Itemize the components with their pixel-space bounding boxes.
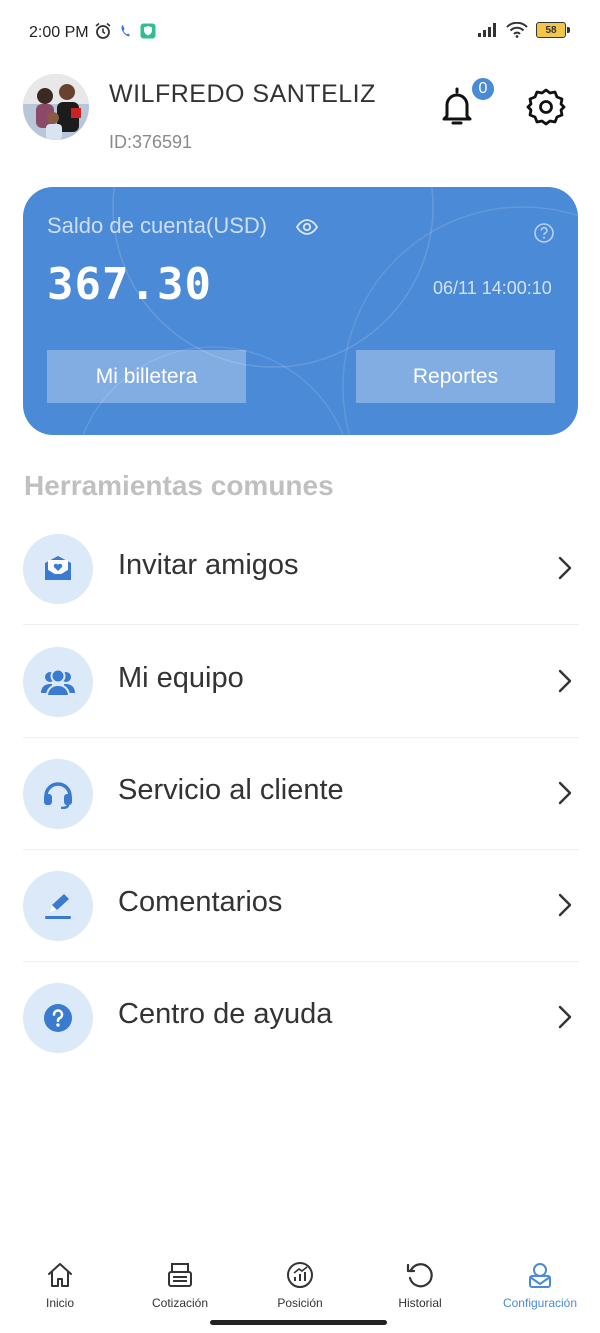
invite-mail-icon	[45, 556, 71, 580]
headset-icon	[44, 782, 72, 809]
status-icons-right: 58	[478, 22, 570, 38]
nav-label: Configuración	[502, 1296, 578, 1310]
chevron-right-icon	[558, 1005, 572, 1029]
reports-button[interactable]: Reportes	[356, 350, 555, 403]
balance-timestamp: 06/11 14:00:10	[433, 278, 552, 298]
settings-user-icon	[529, 1263, 551, 1288]
tool-label: Comentarios	[118, 886, 283, 918]
tool-icon-circle	[23, 647, 93, 717]
notification-badge: 0	[470, 76, 496, 102]
nav-label: Posición	[277, 1296, 323, 1310]
tool-row-help-center[interactable]: Centro de ayuda	[23, 961, 579, 1073]
chevron-right-icon	[558, 893, 572, 917]
tool-icon-circle	[23, 759, 93, 829]
battery-icon: 58	[536, 22, 570, 38]
tool-icon-circle	[23, 983, 93, 1053]
nav-item-historial[interactable]: Historial	[360, 1260, 480, 1310]
shield-app-icon	[140, 23, 156, 39]
balance-amount: 367.30	[47, 259, 212, 310]
tool-label: Mi equipo	[118, 662, 244, 694]
balance-label: Saldo de cuenta(USD)	[47, 213, 268, 238]
nav-item-configuracion[interactable]: Configuración	[480, 1260, 600, 1310]
wifi-icon	[506, 22, 528, 38]
tool-icon-circle	[23, 871, 93, 941]
balance-card: Saldo de cuenta(USD) 367.30 06/11 14:00:…	[23, 187, 578, 435]
home-indicator[interactable]	[210, 1320, 387, 1325]
chevron-right-icon	[558, 669, 572, 693]
tool-row-team[interactable]: Mi equipo	[23, 625, 579, 738]
status-time: 2:00 PM	[29, 24, 89, 41]
help-circle-icon	[44, 1004, 72, 1032]
question-icon[interactable]	[533, 222, 555, 244]
home-icon	[48, 1263, 72, 1287]
edit-pen-icon	[45, 894, 71, 919]
nav-item-inicio[interactable]: Inicio	[0, 1260, 120, 1310]
avatar[interactable]	[23, 74, 89, 140]
alarm-icon	[95, 22, 111, 39]
gear-icon[interactable]	[526, 87, 566, 127]
nav-label: Inicio	[45, 1296, 74, 1310]
chevron-right-icon	[558, 781, 572, 805]
nav-item-cotizacion[interactable]: Cotización	[120, 1260, 240, 1310]
status-icons-left	[94, 22, 156, 40]
quotes-icon	[168, 1263, 192, 1287]
tool-label: Servicio al cliente	[118, 774, 344, 806]
tool-row-invite[interactable]: Invitar amigos	[23, 512, 579, 625]
tool-row-customer-service[interactable]: Servicio al cliente	[23, 737, 579, 850]
chevron-right-icon	[558, 556, 572, 580]
signal-icon	[478, 23, 496, 37]
position-chart-icon	[287, 1262, 313, 1288]
user-name: WILFREDO SANTELIZ	[109, 80, 376, 108]
nav-label: Historial	[398, 1296, 442, 1310]
status-bar: 2:00 PM 58	[0, 0, 600, 66]
tool-label: Centro de ayuda	[118, 998, 333, 1030]
tools-title: Herramientas comunes	[24, 470, 334, 501]
team-icon	[41, 668, 75, 697]
history-icon	[406, 1263, 433, 1288]
wallet-button[interactable]: Mi billetera	[47, 350, 246, 403]
nav-item-posicion[interactable]: Posición	[240, 1260, 360, 1310]
tool-row-comments[interactable]: Comentarios	[23, 849, 579, 962]
call-icon	[121, 25, 130, 37]
eye-icon[interactable]	[295, 215, 319, 239]
tool-icon-circle	[23, 534, 93, 604]
tool-label: Invitar amigos	[118, 549, 299, 581]
nav-label: Cotización	[151, 1296, 209, 1310]
user-id: ID:376591	[109, 132, 193, 152]
